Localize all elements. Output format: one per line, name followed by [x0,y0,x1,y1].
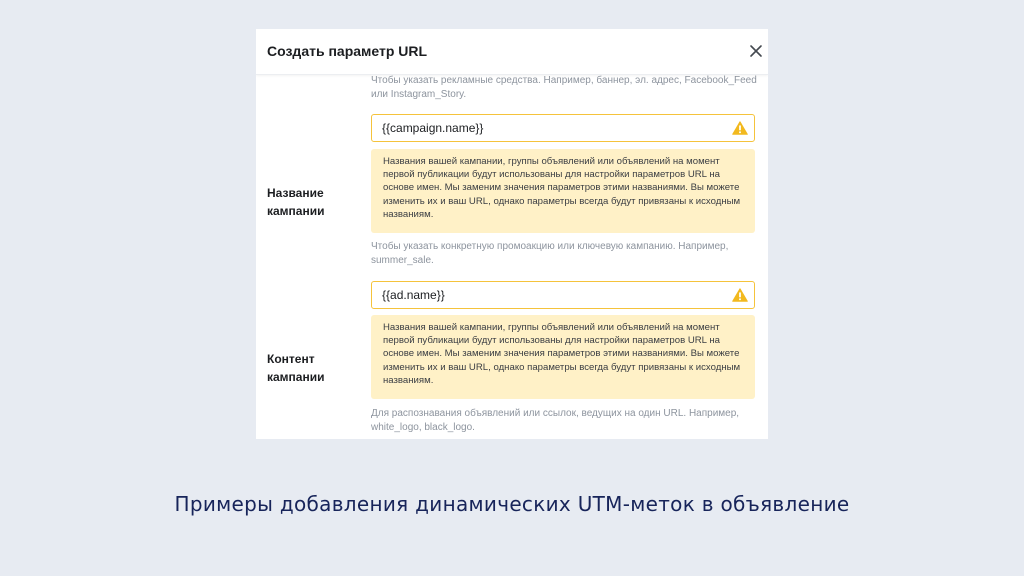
slide: Создать параметр URL Чтобы указать рекла… [0,0,1024,576]
warning-triangle-icon [732,121,748,135]
slide-caption: Примеры добавления динамических UTM-мето… [174,492,850,516]
warning-triangle-icon [732,288,748,302]
campaign-name-warning: Названия вашей кампании, группы объявлен… [371,149,755,233]
campaign-content-label: Контент кампании [267,352,325,384]
close-icon [746,41,768,63]
campaign-name-input[interactable] [372,115,712,141]
campaign-content-input[interactable] [372,282,712,308]
campaign-content-hint: Для распознавания объявлений или ссылок,… [371,408,740,433]
dialog-title: Создать параметр URL [267,43,428,59]
campaign-content-warning: Названия вашей кампании, группы объявлен… [371,315,755,399]
campaign-name-label: Название кампании [267,186,325,218]
campaign-name-hint: Чтобы указать конкретную промоакцию или … [371,241,729,266]
dialog-header: Создать параметр URL [256,29,768,75]
create-url-parameter-dialog: Создать параметр URL Чтобы указать рекла… [256,29,768,439]
campaign-name-field[interactable] [371,114,755,142]
source-hint: Чтобы указать рекламные средства. Наприм… [371,75,757,100]
campaign-content-field[interactable] [371,281,755,309]
dialog-body: Чтобы указать рекламные средства. Наприм… [256,74,768,439]
close-button[interactable] [746,41,768,63]
